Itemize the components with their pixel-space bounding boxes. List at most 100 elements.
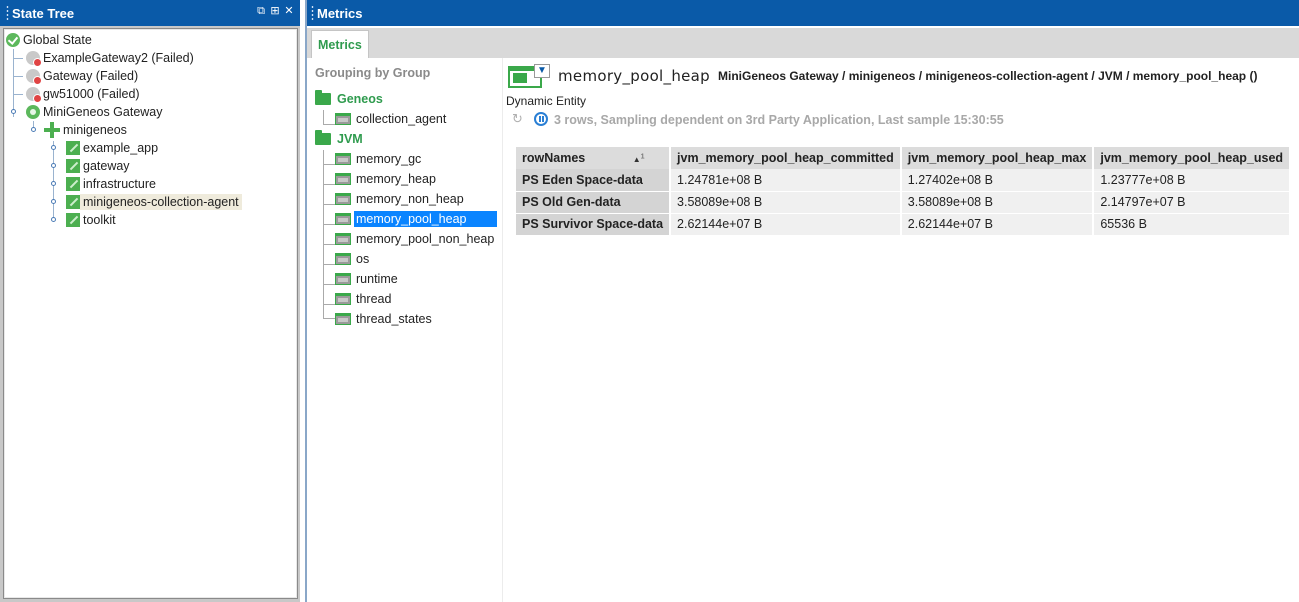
dataview-item-memory-gc[interactable]: memory_gc (335, 150, 425, 168)
tree-node-label: gateway (83, 159, 130, 173)
dataview-icon (335, 233, 351, 245)
metrics-title: Metrics (317, 5, 363, 21)
dataview-icon (335, 193, 351, 205)
table-cell[interactable]: 3.58089e+08 B (900, 191, 1095, 214)
table-header-row: rowNames ▲1 jvm_memory_pool_heap_committ… (516, 147, 1292, 169)
tree-node-gw51000[interactable]: gw51000 (Failed) (26, 85, 143, 103)
table-cell[interactable]: 2.62144e+07 B (670, 213, 902, 236)
dataview-item-label: collection_agent (356, 112, 447, 126)
table-row[interactable]: PS Survivor Space-data 2.62144e+07 B 2.6… (516, 213, 1292, 236)
dataview-icon (335, 253, 351, 265)
expander-minigeneos-gateway[interactable] (11, 109, 16, 114)
dataview-item-thread[interactable]: thread (335, 290, 395, 308)
tree-node-minigeneos-collection-agent[interactable]: minigeneos-collection-agent (66, 193, 242, 211)
dataview-item-memory-heap[interactable]: memory_heap (335, 170, 440, 188)
dataview-item-label: thread_states (356, 312, 432, 326)
table-cell[interactable]: 1.24781e+08 B (670, 169, 902, 192)
ok-status-icon (6, 33, 20, 47)
dataview-item-label: memory_non_heap (356, 192, 464, 206)
dataview-icon (335, 153, 351, 165)
row-name-cell[interactable]: PS Eden Space-data (516, 169, 672, 192)
pause-icon[interactable] (534, 112, 548, 126)
entity-icon (66, 159, 80, 173)
tab-metrics[interactable]: Metrics (311, 30, 369, 58)
probe-icon (44, 122, 60, 138)
expander-minigeneos[interactable] (31, 127, 36, 132)
dataview-item-label: memory_pool_heap (354, 211, 497, 227)
dataview-item-thread-states[interactable]: thread_states (335, 310, 436, 328)
dataview-item-label: os (356, 252, 370, 266)
dataview-icon (335, 113, 351, 125)
tree-node-label: Gateway (Failed) (43, 69, 139, 83)
group-geneos[interactable]: Geneos (315, 90, 387, 108)
grouping-panel: Grouping by Group Geneos collection_agen… (307, 58, 503, 602)
table-cell[interactable]: 3.58089e+08 B (670, 191, 902, 214)
tree-node-global-state[interactable]: Global State (6, 31, 95, 49)
dataview-item-label: memory_pool_non_heap (356, 232, 495, 246)
tree-node-example-app[interactable]: example_app (66, 139, 161, 157)
entity-icon (66, 177, 80, 191)
table-cell[interactable]: 65536 B (1093, 213, 1292, 236)
drag-grip-icon[interactable] (311, 5, 314, 21)
entity-icon (66, 213, 80, 227)
table-cell[interactable]: 2.14797e+07 B (1093, 191, 1292, 214)
dataview-item-runtime[interactable]: runtime (335, 270, 402, 288)
tree-node-examplegateway2[interactable]: ExampleGateway2 (Failed) (26, 49, 197, 67)
row-name-cell[interactable]: PS Old Gen-data (516, 191, 672, 214)
folder-icon (315, 90, 331, 105)
tree-node-label: infrastructure (83, 177, 156, 191)
close-icon[interactable]: ✕ (284, 4, 294, 18)
gateway-icon (26, 105, 40, 119)
drag-grip-icon[interactable] (6, 5, 9, 21)
tree-node-gateway[interactable]: gateway (66, 157, 133, 175)
refresh-icon[interactable]: ↻ (512, 112, 524, 125)
column-header-max[interactable]: jvm_memory_pool_heap_max (900, 147, 1095, 169)
dataview-item-memory-pool-heap[interactable]: memory_pool_heap (335, 210, 497, 228)
entity-icon (66, 195, 80, 209)
expander-toolkit[interactable] (51, 217, 56, 222)
expander-infrastructure[interactable] (51, 181, 56, 186)
column-header-committed[interactable]: jvm_memory_pool_heap_committed (670, 147, 902, 169)
expander-example-app[interactable] (51, 145, 56, 150)
tree-node-gateway-failed[interactable]: Gateway (Failed) (26, 67, 141, 85)
column-header-rownames[interactable]: rowNames ▲1 (516, 147, 672, 169)
tree-node-label: example_app (83, 141, 159, 155)
expander-minigeneos-collection-agent[interactable] (51, 199, 56, 204)
dataview-item-os[interactable]: os (335, 250, 373, 268)
dataview-path: MiniGeneos Gateway / minigeneos / minige… (718, 69, 1258, 83)
state-tree-window-controls: ⧉ ⊞ ✕ (256, 4, 294, 18)
column-header-used[interactable]: jvm_memory_pool_heap_used (1093, 147, 1292, 169)
dataview-name: memory_pool_heap (558, 67, 710, 85)
group-jvm[interactable]: JVM (315, 130, 367, 148)
table-cell[interactable]: 1.23777e+08 B (1093, 169, 1292, 192)
pin-icon[interactable]: ⊞ (270, 4, 280, 18)
row-name-cell[interactable]: PS Survivor Space-data (516, 213, 672, 236)
table-cell[interactable]: 1.27402e+08 B (900, 169, 1095, 192)
tree-node-label: gw51000 (Failed) (43, 87, 140, 101)
metrics-table: rowNames ▲1 jvm_memory_pool_heap_committ… (516, 147, 1292, 236)
tree-node-label: minigeneos-collection-agent (80, 194, 242, 210)
folder-icon (315, 130, 331, 145)
expander-gateway[interactable] (51, 163, 56, 168)
failed-status-icon (26, 87, 42, 103)
tree-node-label: Global State (23, 33, 92, 47)
tree-node-toolkit[interactable]: toolkit (66, 211, 119, 229)
dataview-item-collection-agent[interactable]: collection_agent (335, 110, 450, 128)
dataview-item-memory-non-heap[interactable]: memory_non_heap (335, 190, 468, 208)
restore-icon[interactable]: ⧉ (256, 4, 266, 18)
table-row[interactable]: PS Old Gen-data 3.58089e+08 B 3.58089e+0… (516, 191, 1292, 214)
grouping-title: Grouping by Group (315, 66, 431, 80)
table-row[interactable]: PS Eden Space-data 1.24781e+08 B 1.27402… (516, 169, 1292, 192)
dataview-item-memory-pool-non-heap[interactable]: memory_pool_non_heap (335, 230, 498, 248)
filter-icon[interactable]: ▼ (534, 64, 550, 78)
tree-node-infrastructure[interactable]: infrastructure (66, 175, 159, 193)
dataview-item-label: memory_gc (356, 152, 422, 166)
group-label: JVM (337, 132, 363, 146)
sort-ascending-icon[interactable]: ▲1 (633, 153, 645, 164)
tree-node-minigeneos-gateway[interactable]: MiniGeneos Gateway (26, 103, 166, 121)
table-cell[interactable]: 2.62144e+07 B (900, 213, 1095, 236)
metrics-pane: Metrics Metrics Grouping by Group Geneos… (305, 0, 1299, 602)
dataview-item-label: thread (356, 292, 392, 306)
tree-node-minigeneos[interactable]: minigeneos (44, 121, 130, 139)
state-tree-titlebar: State Tree ⧉ ⊞ ✕ (0, 0, 300, 26)
